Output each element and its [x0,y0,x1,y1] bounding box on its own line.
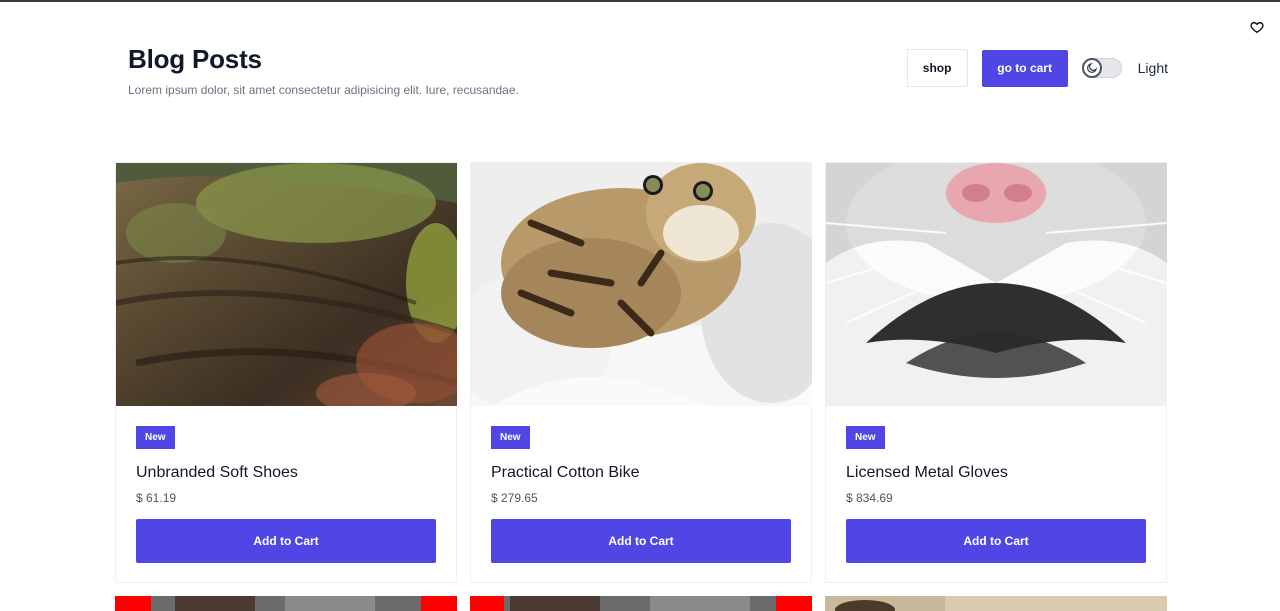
new-badge: New [136,426,175,449]
product-image[interactable] [116,163,457,406]
product-image-next-row[interactable] [115,596,457,611]
product-price: $ 834.69 [846,491,893,505]
new-badge: New [846,426,885,449]
product-card: New Unbranded Soft Shoes $ 61.19 Add to … [115,162,457,583]
product-card: New Practical Cotton Bike $ 279.65 Add t… [470,162,812,583]
shop-button[interactable]: shop [906,49,968,87]
theme-toggle[interactable]: Light [1081,58,1168,78]
product-image-next-row[interactable] [825,596,1167,611]
heart-icon[interactable] [1250,20,1264,34]
product-price: $ 279.65 [491,491,538,505]
header-actions: shop go to cart Light [906,49,1168,87]
product-image[interactable] [826,163,1167,406]
new-badge: New [491,426,530,449]
product-image-next-row[interactable] [470,596,812,611]
product-image[interactable] [471,163,812,406]
add-to-cart-button[interactable]: Add to Cart [491,519,791,563]
product-name[interactable]: Unbranded Soft Shoes [136,464,436,482]
add-to-cart-button[interactable]: Add to Cart [136,519,436,563]
page-header: Blog Posts Lorem ipsum dolor, sit amet c… [128,44,1168,104]
product-name[interactable]: Licensed Metal Gloves [846,464,1146,482]
product-price: $ 61.19 [136,491,177,505]
product-card: New Licensed Metal Gloves $ 834.69 Add t… [825,162,1167,583]
theme-label: Light [1137,60,1168,76]
go-to-cart-button[interactable]: go to cart [981,49,1068,87]
theme-switch[interactable] [1081,58,1122,78]
moon-icon [1081,58,1102,78]
product-name[interactable]: Practical Cotton Bike [491,464,791,482]
top-border [0,0,1280,2]
add-to-cart-button[interactable]: Add to Cart [846,519,1146,563]
